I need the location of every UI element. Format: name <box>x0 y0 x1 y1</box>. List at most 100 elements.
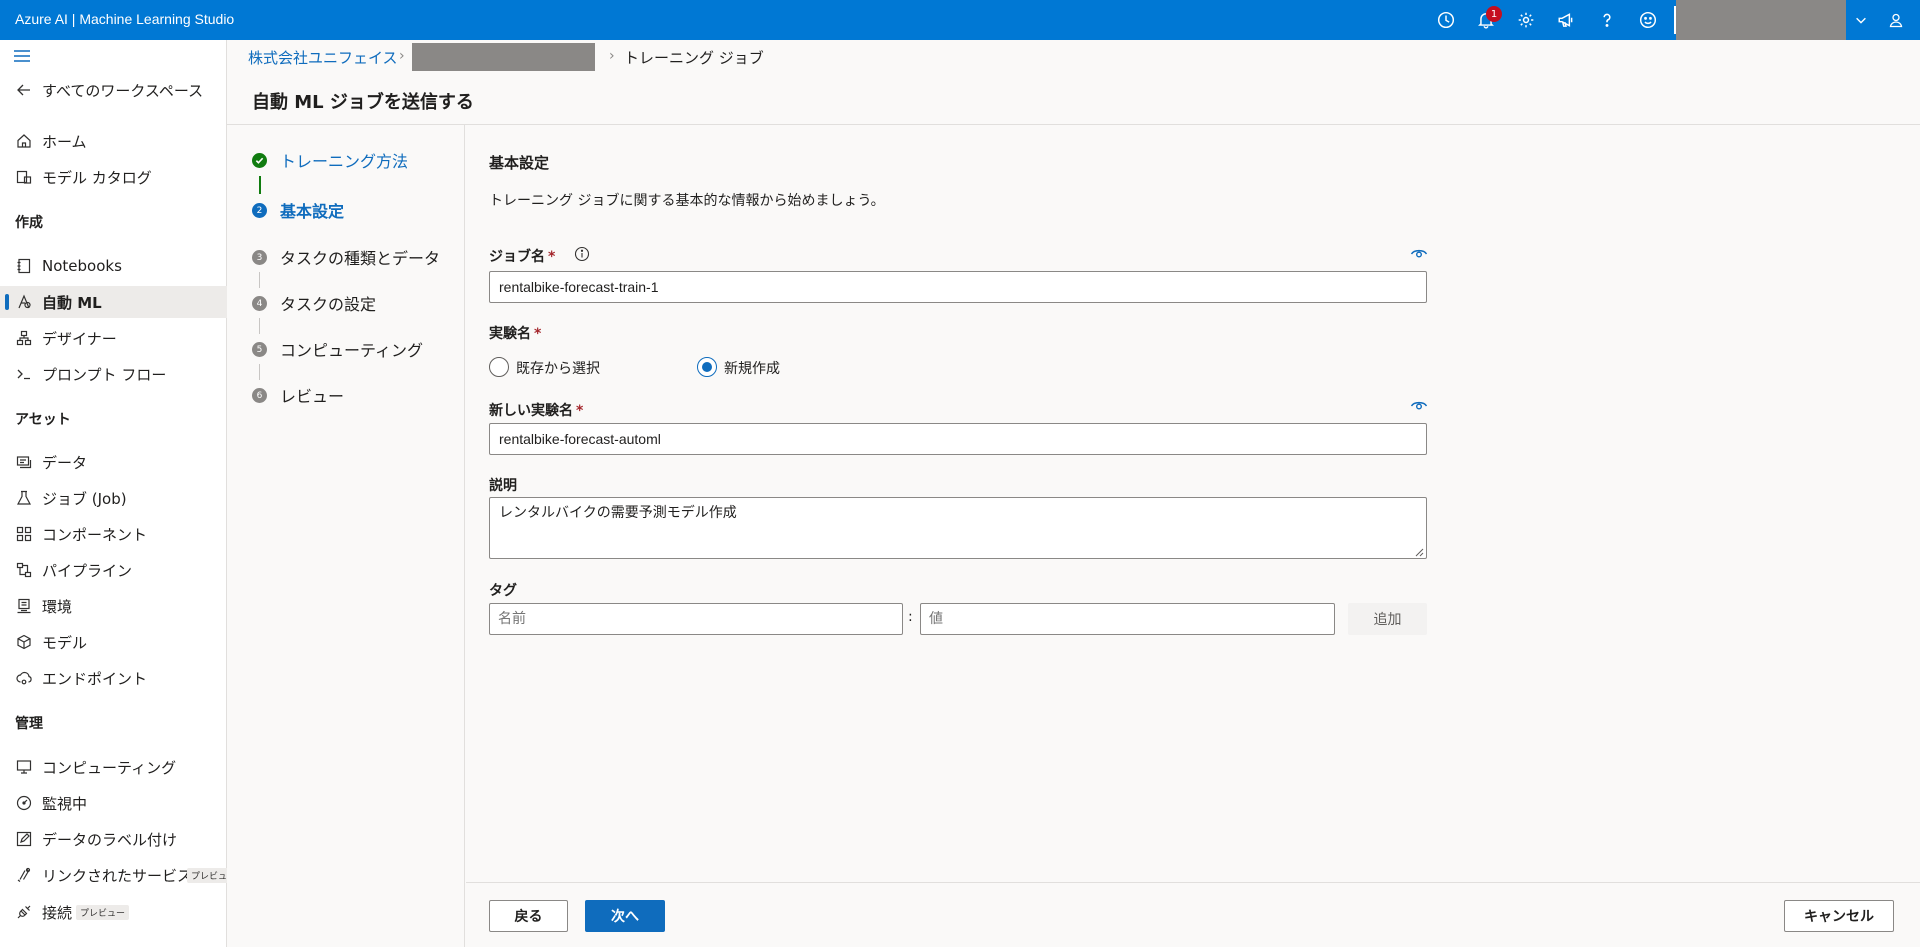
step-label: タスクの種類とデータ <box>280 249 441 268</box>
radio-select-existing[interactable] <box>489 357 509 377</box>
add-tag-button[interactable]: 追加 <box>1348 603 1427 635</box>
step-compute[interactable]: 5 コンピューティング <box>227 334 465 364</box>
sidebar-item-connections[interactable]: 接続 プレビュー <box>0 896 227 928</box>
step-number: 4 <box>252 296 267 311</box>
app-title[interactable]: Azure AI | Machine Learning Studio <box>15 11 234 27</box>
eye-icon[interactable] <box>1410 400 1428 412</box>
sidebar-item-automl[interactable]: 自動 ML <box>0 286 227 318</box>
cancel-button[interactable]: キャンセル <box>1784 900 1894 932</box>
next-button[interactable]: 次へ <box>585 900 665 932</box>
chevron-right-icon: › <box>609 48 615 64</box>
tag-name-input[interactable] <box>489 603 903 635</box>
help-icon[interactable] <box>1594 7 1620 33</box>
megaphone-icon[interactable] <box>1553 7 1579 33</box>
sidebar-item-label: 自動 ML <box>42 293 102 312</box>
clock-icon[interactable] <box>1433 7 1459 33</box>
chevron-down-icon[interactable] <box>1846 0 1876 40</box>
environment-icon <box>15 598 33 614</box>
experiment-label: 実験名 * <box>489 323 541 343</box>
sidebar-item-jobs[interactable]: ジョブ (Job) <box>0 482 227 514</box>
info-icon[interactable] <box>574 246 590 262</box>
step-label: コンピューティング <box>280 341 424 360</box>
data-icon <box>15 454 33 470</box>
new-experiment-input[interactable] <box>489 423 1427 455</box>
sidebar-item-label: すべてのワークスペース <box>42 81 204 100</box>
label-edit-icon <box>15 831 33 847</box>
job-name-label-text: ジョブ名 <box>489 249 545 265</box>
sidebar-item-prompt-flow[interactable]: プロンプト フロー <box>0 358 227 390</box>
job-name-input[interactable] <box>489 271 1427 303</box>
section-header-assets: アセット <box>15 412 71 428</box>
monitor-icon <box>15 759 33 775</box>
breadcrumb-workspace-redacted[interactable] <box>412 43 595 71</box>
sidebar-item-label: 環境 <box>42 597 73 616</box>
top-bar: Azure AI | Machine Learning Studio 1 <box>0 0 1920 40</box>
job-name-label: ジョブ名 * <box>489 246 555 266</box>
sidebar-item-components[interactable]: コンポーネント <box>0 518 227 550</box>
sidebar-item-label: コンピューティング <box>42 758 177 777</box>
sidebar-item-models[interactable]: モデル <box>0 626 227 658</box>
step-basic-settings[interactable]: 2 基本設定 <box>227 195 465 225</box>
user-avatar-icon[interactable] <box>1884 8 1908 32</box>
sidebar-item-label: 接続 <box>42 903 73 922</box>
form-section-title: 基本設定 <box>489 154 550 172</box>
account-name-redacted[interactable] <box>1676 0 1846 40</box>
gear-icon[interactable] <box>1513 7 1539 33</box>
radio-create-new[interactable] <box>697 357 717 377</box>
sidebar-item-label: ジョブ (Job) <box>42 489 127 508</box>
step-training-method[interactable]: トレーニング方法 <box>227 145 465 175</box>
components-icon <box>15 526 33 542</box>
radio-new-label[interactable]: 新規作成 <box>724 358 780 378</box>
sidebar-item-notebooks[interactable]: Notebooks <box>0 250 227 282</box>
flask-icon <box>15 490 33 506</box>
sidebar-item-data-labeling[interactable]: データのラベル付け <box>0 823 227 855</box>
sidebar-item-label: 監視中 <box>42 794 88 813</box>
step-connector <box>259 364 260 380</box>
required-asterisk: * <box>534 326 542 342</box>
sidebar-item-pipelines[interactable]: パイプライン <box>0 554 227 586</box>
sidebar-item-linked-services[interactable]: リンクされたサービス プレビュー <box>0 859 241 891</box>
back-to-all-workspaces[interactable]: すべてのワークスペース <box>0 74 227 106</box>
required-asterisk: * <box>548 249 556 265</box>
smiley-icon[interactable] <box>1635 7 1661 33</box>
step-task-settings[interactable]: 4 タスクの設定 <box>227 288 465 318</box>
resize-grip-icon[interactable] <box>1412 545 1424 557</box>
step-label: トレーニング方法 <box>280 152 409 171</box>
sidebar-item-environments[interactable]: 環境 <box>0 590 227 622</box>
radio-existing-label[interactable]: 既存から選択 <box>516 358 600 378</box>
cube-icon <box>15 634 33 650</box>
home-icon <box>15 133 33 149</box>
eye-icon[interactable] <box>1410 248 1428 260</box>
sidebar-item-model-catalog[interactable]: モデル カタログ <box>0 161 227 193</box>
tag-value-input[interactable] <box>920 603 1335 635</box>
step-review[interactable]: 6 レビュー <box>227 380 465 410</box>
step-number: 5 <box>252 342 267 357</box>
sidebar-item-designer[interactable]: デザイナー <box>0 322 227 354</box>
designer-icon <box>15 330 33 346</box>
new-experiment-label-text: 新しい実験名 <box>489 403 573 419</box>
step-task-type-data[interactable]: 3 タスクの種類とデータ <box>227 242 465 272</box>
sidebar-item-data[interactable]: データ <box>0 446 227 478</box>
sidebar-item-label: パイプライン <box>42 561 133 580</box>
sidebar-item-label: リンクされたサービス <box>42 866 193 885</box>
prompt-icon <box>15 366 33 382</box>
pipeline-icon <box>15 562 33 578</box>
gauge-icon <box>15 795 33 811</box>
sidebar-item-endpoints[interactable]: エンドポイント <box>0 662 227 694</box>
sidebar-item-compute[interactable]: コンピューティング <box>0 751 227 783</box>
arrow-left-icon <box>15 82 33 98</box>
back-button[interactable]: 戻る <box>489 900 568 932</box>
footer-bar: 戻る 次へ キャンセル <box>466 882 1920 947</box>
automl-icon <box>15 294 33 310</box>
hamburger-menu-icon[interactable] <box>12 48 32 64</box>
plug-icon <box>15 904 33 920</box>
description-label: 説明 <box>489 478 517 494</box>
sidebar-item-home[interactable]: ホーム <box>0 125 227 157</box>
step-number: 6 <box>252 388 267 403</box>
description-textarea[interactable]: レンタルバイクの需要予測モデル作成 <box>489 497 1427 559</box>
breadcrumb-org-link[interactable]: 株式会社ユニフェイス <box>248 47 398 68</box>
divider <box>227 124 1920 125</box>
sidebar-item-monitoring[interactable]: 監視中 <box>0 787 227 819</box>
required-asterisk: * <box>576 403 584 419</box>
sidebar-item-label: デザイナー <box>42 329 117 348</box>
